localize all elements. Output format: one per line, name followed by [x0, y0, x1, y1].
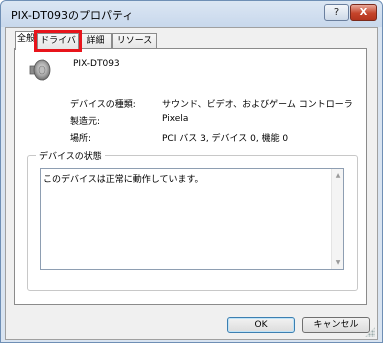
tab-general[interactable]: 全般	[15, 31, 37, 50]
tab-detail[interactable]: 詳細	[79, 33, 112, 49]
device-status-textbox[interactable]: このデバイスは正常に動作しています。 ▲ ▼	[40, 168, 344, 270]
cancel-button[interactable]: キャンセル	[302, 317, 370, 333]
device-status-group: デバイスの状態 このデバイスは正常に動作しています。 ▲ ▼	[27, 149, 358, 291]
help-button[interactable]: ?	[324, 4, 349, 21]
scroll-down-arrow-icon[interactable]: ▼	[334, 259, 342, 266]
device-name: PIX-DT093	[73, 59, 120, 69]
scroll-up-arrow-icon[interactable]: ▲	[334, 172, 342, 179]
device-status-legend: デバイスの状態	[36, 149, 105, 162]
status-scrollbar[interactable]: ▲ ▼	[331, 169, 343, 269]
dialog-client: 全般 ドライバ 詳細 リソース PIX-DT093 デバイスの種類: サウンド、…	[5, 27, 378, 340]
device-status-text: このデバイスは正常に動作しています。	[43, 175, 204, 185]
close-button[interactable]: X	[350, 4, 377, 21]
manufacturer-value: Pixela	[162, 114, 189, 124]
window-title: PIX-DT093のプロパティ	[11, 9, 134, 22]
device-type-value: サウンド、ビデオ、およびゲーム コントローラ	[162, 100, 353, 110]
tab-resource[interactable]: リソース	[112, 33, 157, 49]
location-value: PCI バス 3, デバイス 0, 機能 0	[162, 134, 289, 144]
tab-driver[interactable]: ドライバ	[34, 30, 82, 52]
device-type-label: デバイスの種類:	[70, 100, 136, 110]
general-tab-panel: PIX-DT093 デバイスの種類: サウンド、ビデオ、およびゲーム コントロー…	[14, 48, 367, 305]
ok-button[interactable]: OK	[227, 317, 295, 333]
location-label: 場所:	[70, 134, 92, 144]
properties-window: PIX-DT093のプロパティ ? X 全般 ドライバ 詳細 リソース PIX-…	[0, 0, 383, 343]
speaker-icon	[29, 59, 51, 81]
manufacturer-label: 製造元:	[70, 117, 101, 127]
title-bar[interactable]: PIX-DT093のプロパティ ? X	[1, 1, 382, 27]
